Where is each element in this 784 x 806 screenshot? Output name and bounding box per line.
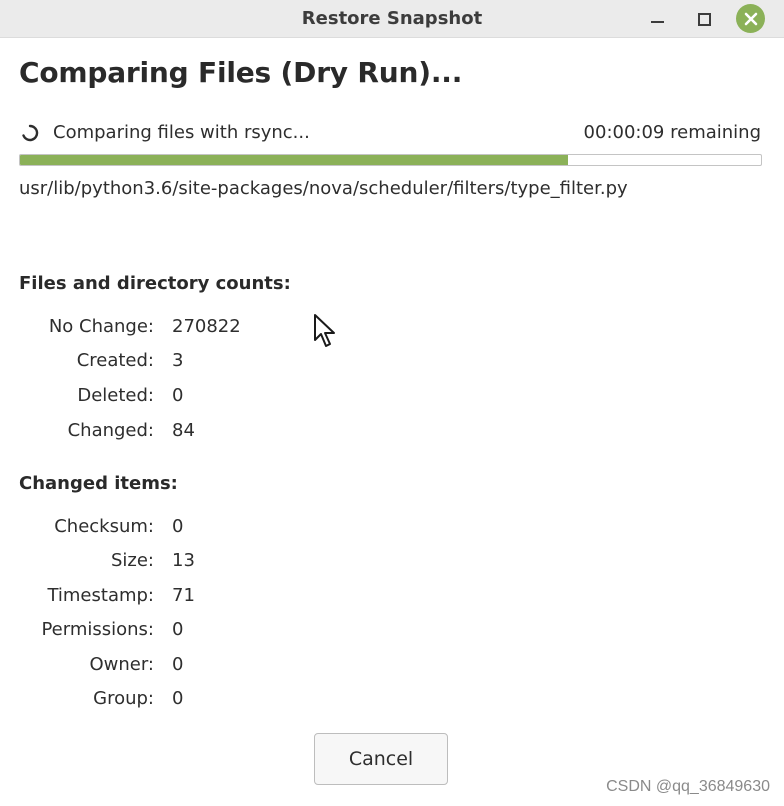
status-text: Comparing files with rsync... — [53, 122, 310, 143]
time-remaining: 00:00:09 remaining — [583, 122, 761, 143]
changed-label: Owner: — [89, 654, 154, 675]
changed-value: 13 — [172, 550, 195, 571]
changed-label: Checksum: — [54, 516, 154, 537]
changed-label: Group: — [93, 688, 154, 709]
count-value: 3 — [172, 350, 184, 371]
count-row-deleted: Deleted: 0 — [0, 385, 400, 409]
progress-bar — [19, 154, 762, 166]
close-button[interactable] — [736, 4, 765, 33]
count-value: 270822 — [172, 316, 241, 337]
progress-fill — [20, 155, 569, 165]
changed-row-timestamp: Timestamp: 71 — [0, 585, 400, 609]
title-bar[interactable]: Restore Snapshot — [0, 0, 784, 38]
maximize-icon — [697, 12, 711, 26]
changed-value: 0 — [172, 516, 184, 537]
changed-row-permissions: Permissions: 0 — [0, 619, 400, 643]
minimize-button[interactable] — [643, 5, 671, 33]
page-title: Comparing Files (Dry Run)... — [19, 56, 463, 89]
changed-value: 0 — [172, 654, 184, 675]
cancel-button[interactable]: Cancel — [314, 733, 448, 785]
close-icon — [744, 12, 757, 25]
count-value: 0 — [172, 385, 184, 406]
status-row: Comparing files with rsync... 00:00:09 r… — [19, 121, 761, 145]
count-label: Created: — [76, 350, 154, 371]
changed-value: 0 — [172, 688, 184, 709]
count-row-no-change: No Change: 270822 — [0, 316, 400, 340]
minimize-icon — [650, 21, 664, 23]
changed-label: Size: — [110, 550, 154, 571]
changed-value: 0 — [172, 619, 184, 640]
count-label: No Change: — [48, 316, 154, 337]
changed-value: 71 — [172, 585, 195, 606]
count-row-created: Created: 3 — [0, 350, 400, 374]
changed-label: Permissions: — [41, 619, 154, 640]
changed-row-owner: Owner: 0 — [0, 654, 400, 678]
count-label: Changed: — [67, 420, 154, 441]
spinner-icon — [22, 124, 39, 142]
changed-row-checksum: Checksum: 0 — [0, 516, 400, 540]
count-value: 84 — [172, 420, 195, 441]
counts-section-title: Files and directory counts: — [19, 273, 291, 294]
restore-snapshot-window: Restore Snapshot Comparing Files (Dry Ru… — [0, 0, 784, 806]
watermark: CSDN @qq_36849630 — [606, 778, 770, 795]
changed-items-section-title: Changed items: — [19, 473, 178, 494]
maximize-button[interactable] — [690, 5, 718, 33]
changed-row-size: Size: 13 — [0, 550, 400, 574]
mouse-pointer-icon — [314, 314, 335, 347]
changed-label: Timestamp: — [47, 585, 154, 606]
changed-row-group: Group: 0 — [0, 688, 400, 712]
count-label: Deleted: — [77, 385, 154, 406]
count-row-changed: Changed: 84 — [0, 420, 400, 444]
current-file-path: usr/lib/python3.6/site-packages/nova/sch… — [19, 178, 628, 199]
